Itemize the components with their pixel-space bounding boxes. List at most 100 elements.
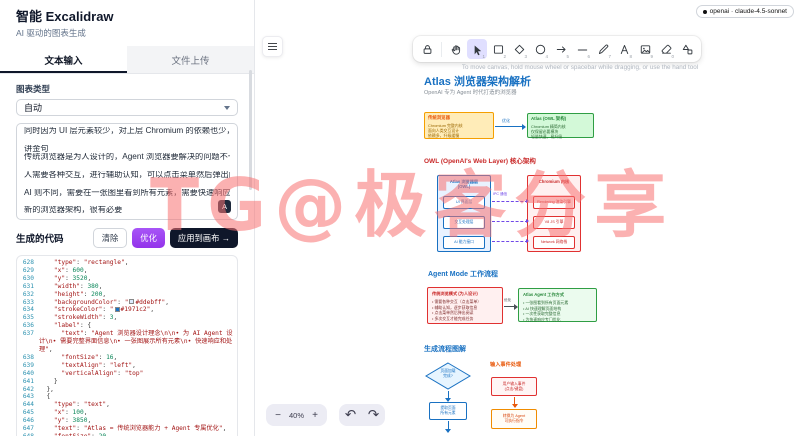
tool-image-button[interactable]: 9 (635, 39, 655, 59)
diagram-title-workflow[interactable]: Agent Mode 工作流程 (428, 269, 498, 279)
excalidraw-canvas[interactable]: 1 2 3 4 5 6 7 8 9 0 To move canvas, hold mouse wh… (255, 0, 800, 436)
legacy-browser-box[interactable]: 传统浏览器 Chromium 完整内核 面向人类交互设计 依赖多，升级缓慢 (424, 112, 494, 139)
diagram-title-flow[interactable]: 生成流程图解 (424, 344, 466, 354)
tool-line-button[interactable]: 6 (572, 39, 592, 59)
owl-right-box[interactable]: Rendering 渲染引擎 (533, 196, 575, 209)
model-badge[interactable]: openai · claude-4.5-sonnet (695, 5, 794, 18)
line-number: 635 (22, 314, 34, 322)
owl-browser-layer-container[interactable]: Atlas 浏览器层 (OWL) UI 界面层 交互处理层 AI 能力接口 (437, 175, 491, 252)
flow-arrow-down[interactable] (445, 421, 451, 433)
history-controls: ↶ ↷ (339, 404, 385, 426)
owl-connector[interactable] (492, 199, 529, 203)
code-line: 638 "fontSize": 16, (17, 354, 237, 362)
diagram-title-arch[interactable]: Atlas 浏览器架构解析 (424, 73, 531, 89)
panel-scrollbar[interactable] (249, 70, 252, 190)
zoom-in-button[interactable]: + (308, 410, 322, 421)
clear-button[interactable]: 清除 (92, 228, 128, 248)
code-line: 644 "type": "text", (17, 401, 237, 409)
atlas-mode-bullets: • 一张图看到所有页面元素 • AI 快速理解页面结构 • 一次性获取完整信息 • 为… (523, 300, 592, 322)
tool-select-button[interactable]: 1 (467, 39, 487, 59)
chart-type-select[interactable]: 自动 (16, 99, 238, 116)
tool-ellipse-button[interactable]: 4 (530, 39, 550, 59)
diagram-title-owl[interactable]: OWL (OpenAI's Web Layer) 核心架构 (424, 155, 536, 165)
atlas-mode-bullet: • 为快速响应专门优化 (523, 316, 561, 322)
owl-right-box[interactable]: V8 JS 引擎 (533, 216, 575, 229)
code-line: 642 }, (17, 386, 237, 394)
prompt-line (24, 162, 230, 171)
line-number: 629 (22, 266, 34, 274)
tool-key-hint: 7 (608, 54, 611, 59)
tool-text-button[interactable]: 8 (614, 39, 634, 59)
flow-arrow-down[interactable] (445, 391, 451, 402)
diagram-subtitle-arch[interactable]: OpenAI 专为 Agent 时代打造的浏览器 (424, 88, 517, 96)
input-event-box[interactable]: 用户输入事件 (点击/键盘) (491, 377, 537, 396)
tool-key-hint: 5 (566, 54, 569, 59)
flow-diamond-label: 页面加载 完成? (425, 369, 471, 379)
tab-file-upload[interactable]: 文件上传 (127, 46, 254, 73)
input-arrow-down[interactable] (511, 397, 518, 408)
owl-connector[interactable] (492, 219, 529, 223)
atlas-owl-box[interactable]: Atlas (OWL 架构) Chromium 精简内核 仅保留必要模块 轻量快… (527, 113, 594, 140)
chromium-kernel-container[interactable]: Chromium 内核 Rendering 渲染引擎 V8 JS 引擎 Netw… (527, 175, 581, 252)
code-editor[interactable]: 628 "type": "rectangle", 629 "x": 600, 630… (16, 255, 238, 436)
tool-lock-button[interactable] (417, 39, 437, 59)
owl-right-box[interactable]: Network 网络栈 (533, 236, 575, 249)
zoom-out-button[interactable]: − (271, 410, 285, 421)
legacy-mode-box[interactable]: 传统浏览模式 (为人设计) • 需要各种交互（点击菜单） • 辅助认知，逐步获取信… (427, 287, 503, 324)
tool-shapes-button[interactable] (677, 39, 697, 59)
tool-eraser-button[interactable]: 0 (656, 39, 676, 59)
ai-enhance-button[interactable]: A (218, 200, 231, 213)
prompt-line: 新的浏览器架构，很有必要 (24, 206, 123, 215)
prompt-textarea[interactable]: 同时因为 UI 层元素较少，对上层 Chromium 的依赖也少，升级很少也容易… (16, 123, 238, 220)
input-flow-title[interactable]: 输入事件处理 (490, 361, 521, 368)
workflow-arrow-label: 优化 (504, 298, 512, 302)
input-event-line: (点击/键盘) (504, 386, 524, 391)
code-line: 628 "type": "rectangle", (17, 259, 237, 267)
workflow-arrow[interactable] (504, 303, 518, 310)
menu-button[interactable] (262, 36, 283, 57)
chart-type-value: 自动 (24, 103, 43, 113)
line-number: 639 (22, 361, 34, 369)
tool-key-hint: 4 (545, 54, 548, 59)
tool-rectangle-button[interactable]: 2 (488, 39, 508, 59)
line-number: 646 (22, 417, 34, 425)
tool-draw-button[interactable]: 7 (593, 39, 613, 59)
owl-left-box[interactable]: UI 界面层 (443, 196, 485, 209)
undo-button[interactable]: ↶ (345, 407, 356, 423)
code-line: 631 "width": 380, (17, 283, 237, 291)
apply-to-canvas-button[interactable]: 应用到画布 → (169, 228, 238, 248)
line-number: 640 (22, 369, 34, 377)
owl-left-box[interactable]: 交互处理层 (443, 216, 485, 229)
redo-button[interactable]: ↷ (368, 407, 379, 423)
prompt-lines: 同时因为 UI 层元素较少，对上层 Chromium 的依赖也少，升级很少也容易… (24, 127, 230, 215)
arch-arrow[interactable] (495, 123, 526, 130)
tool-key-hint: 8 (629, 54, 632, 59)
line-number: 636 (22, 322, 34, 330)
tab-text-input[interactable]: 文本输入 (0, 46, 127, 73)
flow-step-box[interactable]: 提取页面 所有元素 (429, 402, 467, 420)
owl-connector[interactable] (492, 239, 529, 243)
zoom-value: 40% (289, 410, 305, 420)
atlas-mode-box[interactable]: Atlas Agent 工作方式 • 一张图看到所有页面元素 • AI 快速理解页… (518, 288, 597, 322)
optimize-button[interactable]: 优化 (132, 228, 165, 248)
toolbar-divider (441, 41, 442, 57)
owl-left-box[interactable]: AI 能力接口 (443, 236, 485, 249)
left-panel: 智能 Excalidraw AI 驱动的图表生成 文本输入 文件上传 图表类型 … (0, 0, 255, 436)
app-subtitle: AI 驱动的图表生成 (16, 28, 86, 38)
line-number: 632 (22, 290, 34, 298)
line-number: 645 (22, 409, 34, 417)
tool-hand-button[interactable] (446, 39, 466, 59)
shapes-icon (682, 44, 692, 54)
prompt-line (24, 180, 230, 189)
panel-header: 智能 Excalidraw AI 驱动的图表生成 (0, 0, 254, 41)
zoom-controls: − 40% + (266, 404, 328, 426)
code-line: 637 "text": "Agent 浏览器设计理念\n\n• 为 AI Age… (17, 330, 237, 354)
tool-diamond-button[interactable]: 3 (509, 39, 529, 59)
convert-box[interactable]: 转换为 Agent 可执行指令 (491, 409, 537, 429)
hamburger-icon (268, 45, 277, 48)
code-line: 633 "backgroundColor": " #ddebff", (17, 299, 237, 307)
prompt-line (24, 136, 230, 145)
app-title: 智能 Excalidraw (16, 9, 114, 24)
atlas-line: 轻量快速，易升级 (531, 134, 563, 140)
tool-arrow-button[interactable]: 5 (551, 39, 571, 59)
